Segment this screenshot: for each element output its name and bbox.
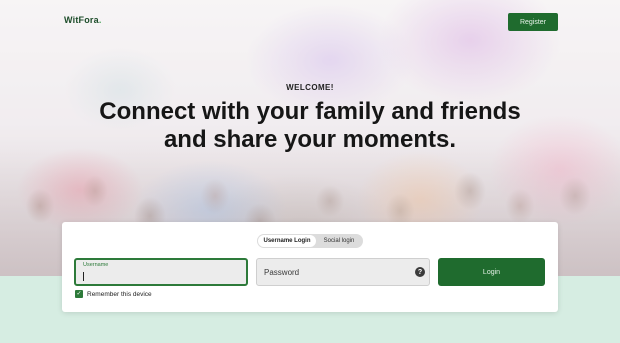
question-circle-icon[interactable]: ? [415, 267, 425, 277]
tab-username-login[interactable]: Username Login [258, 235, 316, 247]
password-input[interactable] [264, 266, 404, 278]
remember-label: Remember this device [87, 290, 152, 298]
register-button[interactable]: Register [508, 13, 558, 31]
username-field[interactable]: Username [74, 258, 248, 286]
logo[interactable]: WitFora. [64, 15, 102, 25]
hero-headline: Connect with your family and friends and… [0, 98, 620, 154]
tab-social-login[interactable]: Social login [316, 235, 362, 247]
login-button[interactable]: Login [438, 258, 545, 286]
remember-device[interactable]: ✓ Remember this device [75, 290, 152, 298]
logo-text: WitFora [64, 15, 99, 25]
welcome-text: WELCOME! [286, 83, 334, 92]
check-icon: ✓ [76, 291, 82, 297]
login-mode-tabs: Username Login Social login [257, 234, 363, 248]
login-card: Username Login Social login Username ? L… [62, 222, 558, 312]
headline-line-1: Connect with your family and friends [99, 98, 521, 125]
username-label: Username [83, 262, 109, 268]
logo-dot: . [98, 15, 102, 25]
password-field[interactable]: ? [256, 258, 430, 286]
username-input[interactable] [85, 271, 235, 282]
text-caret [83, 272, 84, 281]
headline-line-2: and share your moments. [163, 126, 457, 153]
remember-checkbox[interactable]: ✓ [75, 290, 83, 298]
